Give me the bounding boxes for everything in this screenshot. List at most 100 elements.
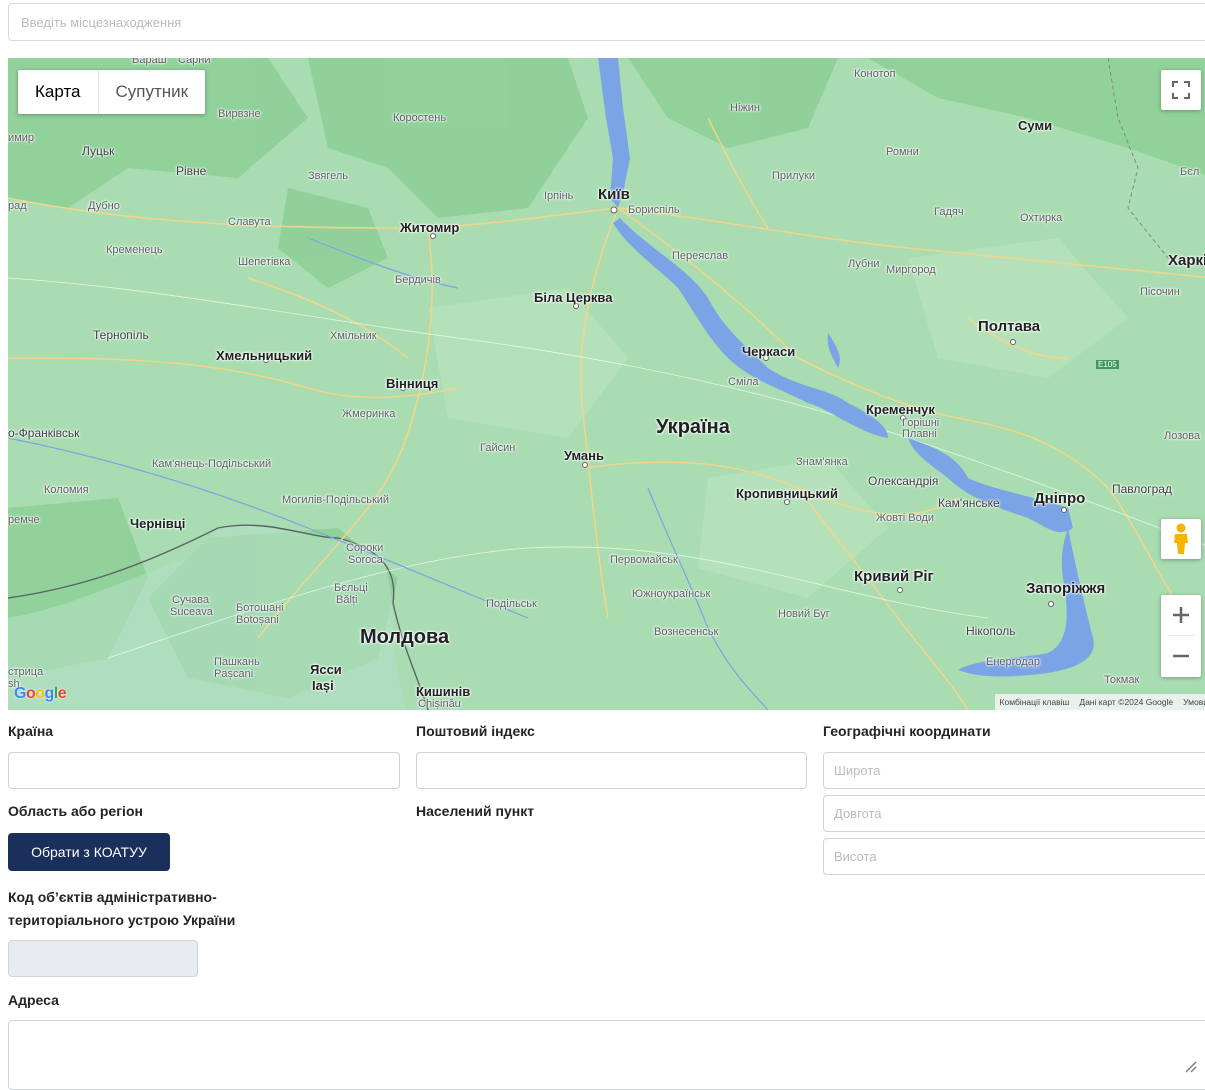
map-label-zhytomyr: Житомир <box>400 220 460 235</box>
map-label-pryluky: Прилуки <box>772 170 816 182</box>
map-label-rad: рад <box>8 200 27 212</box>
postal-code-label: Поштовий індекс <box>416 723 535 739</box>
map-label-kropyvnytskyi: Кропивницький <box>736 486 838 501</box>
map-label-myrhorod: Миргород <box>886 264 936 276</box>
map-data-text: Дані карт ©2024 Google <box>1079 697 1174 707</box>
street-view-pegman-button[interactable] <box>1161 519 1201 559</box>
map-label-romny: Ромни <box>886 146 919 158</box>
address-textarea[interactable] <box>8 1020 1205 1090</box>
map-label-zhmerynka: Жмеринка <box>342 408 396 420</box>
map-label-haisyn: Гайсин <box>480 442 516 454</box>
location-search-input[interactable] <box>8 3 1205 41</box>
map-label-pascani-ua: Пашкань <box>214 656 260 668</box>
map-type-control: Карта Супутник <box>18 70 206 114</box>
map-label-lutsk: Луцьк <box>82 144 115 158</box>
map-label-kharkiv: Харкі <box>1168 252 1205 269</box>
map-label-hadiach: Гадяч <box>934 206 964 218</box>
map-label-korosten: Коростень <box>393 112 447 124</box>
resize-handle-icon[interactable] <box>1183 1059 1197 1073</box>
map-label-khmilnyk: Хмільник <box>330 330 377 342</box>
map-label-bel: Бєл <box>1180 166 1200 178</box>
region-label: Область або регіон <box>8 803 143 819</box>
country-label: Країна <box>8 723 54 739</box>
longitude-input[interactable] <box>823 795 1205 832</box>
map-label-soroca: Soroca <box>348 554 383 566</box>
map-label-nizhyn: Ніжин <box>730 102 760 114</box>
map-label-horishni-plavni: Горішні Плавні <box>902 417 940 440</box>
map-label-sarny: Сарни <box>178 58 211 66</box>
map-label-kamianske: Кам'янське <box>938 496 1000 510</box>
map-label-uman: Умань <box>564 448 604 463</box>
map-label-nikopol: Нікополь <box>966 624 1016 638</box>
map-label-zaporizhzhia: Запоріжжя <box>1026 580 1106 597</box>
koatuu-label-line1: Код об’єктів адміністративно- <box>8 889 217 905</box>
map-attribution: Комбінації клавіш Дані карт ©2024 Google… <box>994 694 1205 710</box>
koatuu-code-input <box>8 940 198 977</box>
map-label-mohyliv: Могилів-Подільський <box>282 494 390 506</box>
map-label-boryspil: Бориспіль <box>628 204 680 216</box>
map-label-tokmak: Токмак <box>1104 674 1140 686</box>
map-type-map-button[interactable]: Карта <box>18 70 99 114</box>
map-label-oleksandriia: Олександрія <box>868 474 939 488</box>
map-label-soroca-ua: Сороки <box>346 542 384 554</box>
map-label-cherkasy: Черкаси <box>742 344 796 359</box>
map-label-lubny: Лубни <box>848 258 880 270</box>
altitude-input[interactable] <box>823 838 1205 875</box>
map-label-dnipro: Дніпро <box>1034 490 1086 507</box>
map-label-yuzhnoukrainsk: Южноукраїнськ <box>632 588 711 600</box>
map-label-kremenchuk: Кременчук <box>866 402 935 417</box>
map-label-pereiaslav: Переяслав <box>672 250 729 262</box>
map-label-botosani: Botoșani <box>236 614 279 626</box>
map-type-satellite-button[interactable]: Супутник <box>99 70 206 114</box>
map-label-zhovti-vody: Жовті Води <box>876 512 935 524</box>
country-input[interactable] <box>8 752 400 789</box>
map-label-voznesensk: Вознесенськ <box>654 626 719 638</box>
map-label-vyrazhe: Вирвзне <box>218 108 261 120</box>
address-label: Адреса <box>8 992 59 1008</box>
keyboard-shortcuts-link[interactable]: Комбінації клавіш <box>995 694 1075 710</box>
map-label-chernivtsi: Чернівці <box>130 516 186 531</box>
map-label-slavuta: Славута <box>228 216 271 228</box>
map-label-pisochyn: Пісочин <box>1140 286 1180 298</box>
geo-coordinates-label: Географічні координати <box>823 723 991 739</box>
map-label-pavlohrad: Павлоград <box>1112 482 1172 496</box>
map-label-kyshyniv: Кишинів <box>416 684 471 699</box>
google-logo: Google <box>14 685 67 702</box>
select-koatuu-button[interactable]: Обрати з КОАТУУ <box>8 833 170 871</box>
fullscreen-icon <box>1172 81 1190 99</box>
map-label-zviahel: Звягель <box>308 170 348 182</box>
map-label-stryia: стрица <box>8 666 44 678</box>
pegman-icon <box>1174 523 1188 554</box>
map-view[interactable]: Вараш Сарни Вирвзне имир Луцьк Рівне рад… <box>8 58 1205 710</box>
map-label-balti: Bălți <box>336 594 358 606</box>
fullscreen-button[interactable] <box>1161 70 1201 110</box>
settlement-label: Населений пункт <box>416 803 535 819</box>
map-label-yasy: Ясси <box>310 662 342 677</box>
zoom-out-button[interactable] <box>1161 636 1201 676</box>
map-label-irpin: Ірпінь <box>544 190 574 202</box>
map-label-e105: E105 <box>1096 360 1119 369</box>
map-label-kryvyi-rih: Кривий Ріг <box>854 568 934 585</box>
map-label-frankivsk: о-Франківськ <box>8 426 80 440</box>
map-label-bila-tserkva: Біла Церква <box>534 290 613 305</box>
postal-code-input[interactable] <box>416 752 807 789</box>
koatuu-label-line2: територіального устрою України <box>8 912 236 928</box>
map-label-beltsy-ua: Бєльці <box>334 582 368 594</box>
map-label-shepetivka: Шепетівка <box>238 256 291 268</box>
map-label-pervomaisk: Первомайськ <box>610 554 678 566</box>
map-label-iasi: Iași <box>312 678 334 693</box>
map-label-botosani-ua: Ботошані <box>236 602 284 614</box>
map-label-kolomyia: Коломия <box>44 484 89 496</box>
latitude-input[interactable] <box>823 752 1205 789</box>
terms-link[interactable]: Умови <box>1178 694 1205 710</box>
map-label-dubno: Дубно <box>88 200 120 212</box>
map-label-rivne: Рівне <box>176 164 207 178</box>
map-label-suceava: Suceava <box>170 606 213 618</box>
zoom-in-button[interactable] <box>1161 595 1201 635</box>
map-label-sumy: Суми <box>1018 118 1053 133</box>
map-label-kamianets: Кам'янець-Подільський <box>152 458 272 470</box>
map-label-emyr: имир <box>8 132 34 144</box>
map-label-vinnytsia: Вінниця <box>386 376 439 391</box>
map-label-smila: Сміла <box>728 376 759 388</box>
map-label-moldova: Молдова <box>360 626 450 648</box>
